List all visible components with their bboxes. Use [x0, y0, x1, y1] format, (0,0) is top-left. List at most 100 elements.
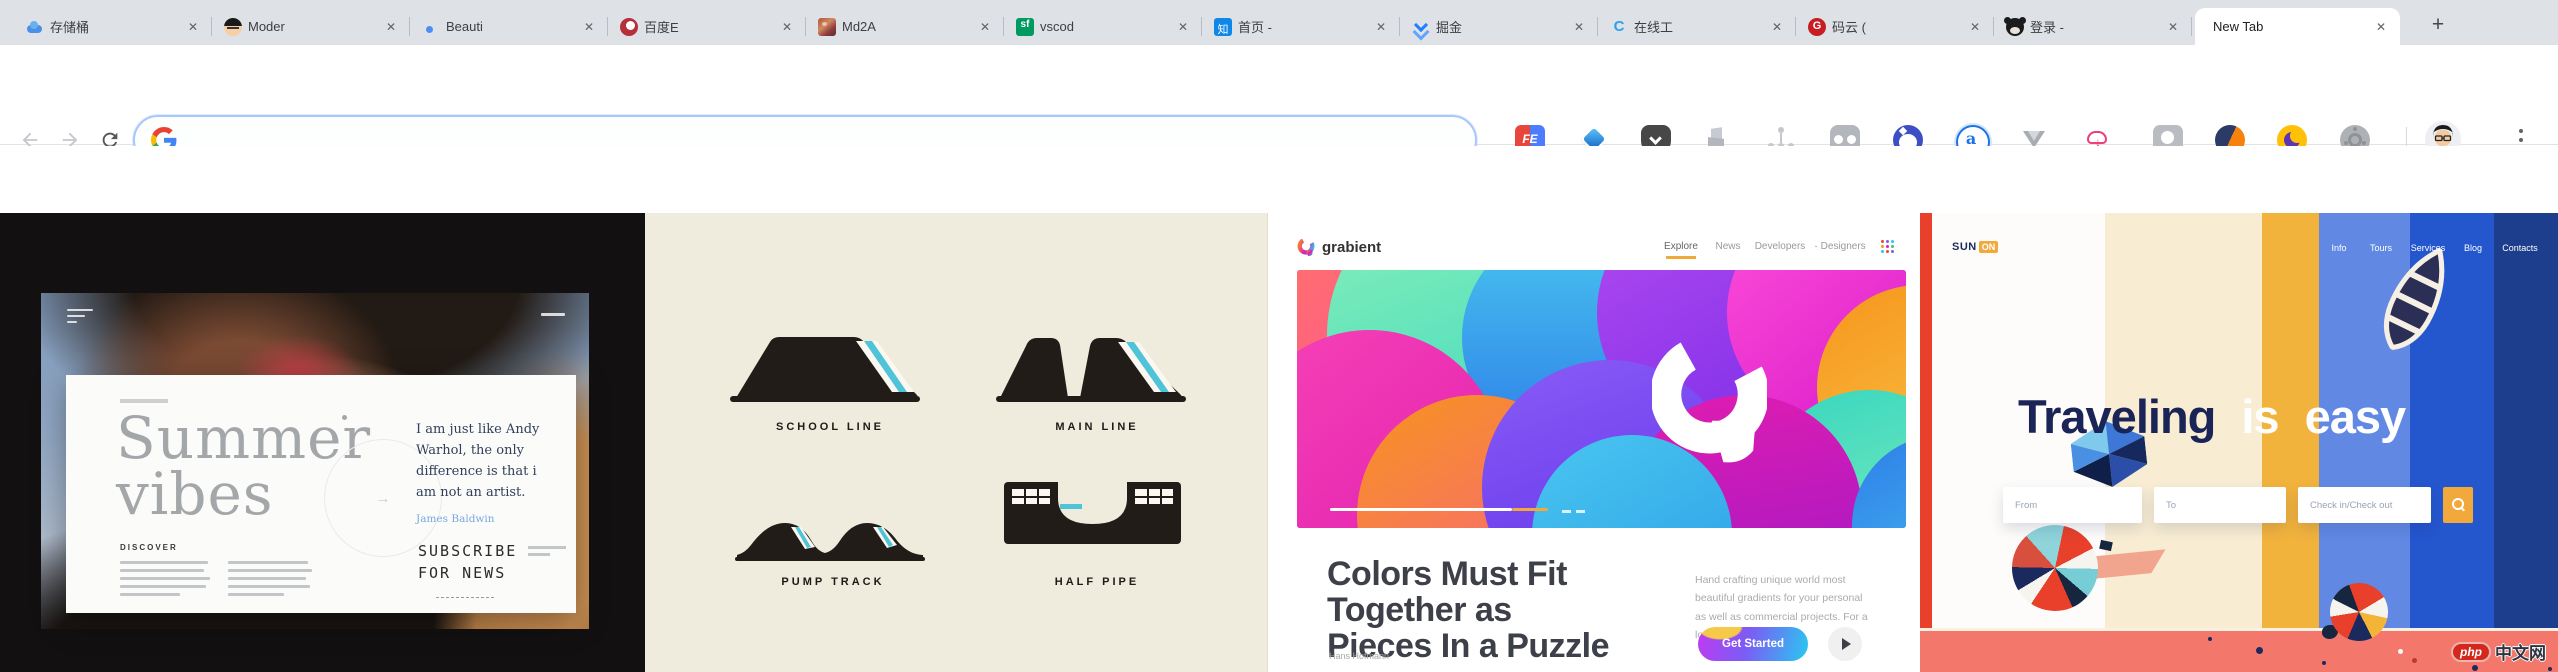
tab-close-icon[interactable]: ✕	[976, 18, 994, 36]
grabient-heading-line2: Together as	[1327, 593, 1512, 627]
quote-line: am not an artist.	[416, 482, 571, 503]
placeholder-paragraph	[120, 561, 210, 601]
sunon-logo-sun: SUN	[1952, 241, 1977, 253]
travel-nav-services[interactable]: Services	[2411, 243, 2446, 253]
php-logo-badge: php	[2451, 642, 2491, 662]
to-input[interactable]	[2154, 487, 2286, 523]
new-tab-button[interactable]: +	[2424, 12, 2452, 40]
tab-close-icon[interactable]: ✕	[1966, 18, 1984, 36]
travel-nav-tours[interactable]: Tours	[2370, 243, 2392, 253]
tab-title: 在线工	[1634, 17, 1762, 36]
travel-heading-word2: is	[2241, 389, 2278, 444]
grabient-nav-developers[interactable]: Developers	[1755, 241, 1806, 252]
from-input[interactable]	[2003, 487, 2142, 523]
browser-toolbar	[0, 45, 2558, 145]
main-line-icon	[996, 332, 1186, 404]
get-started-button[interactable]: Get Started	[1698, 627, 1808, 661]
tab-登录 -[interactable]: 登录 - ✕	[1994, 8, 2192, 45]
travel-nav-info[interactable]: Info	[2331, 243, 2346, 253]
tab-close-icon[interactable]: ✕	[382, 18, 400, 36]
new-tab-page: Summer vibes → I am just like Andy Warho…	[0, 146, 2558, 672]
thumbnail-traveling-is-easy[interactable]: SUN ON Info Tours Services Blog Contacts Tra…	[1932, 213, 2558, 628]
tab-active-New Tab[interactable]: New Tab ✕	[2195, 8, 2400, 45]
placeholder-paragraph	[228, 561, 312, 601]
beach-dot	[2398, 649, 2403, 654]
tab-close-icon[interactable]: ✕	[1174, 18, 1192, 36]
grabient-nav-news[interactable]: News	[1715, 241, 1740, 252]
search-button[interactable]	[2443, 487, 2473, 523]
tab-vscod[interactable]: vscod ✕	[1004, 8, 1202, 45]
tab-码云 ([interactable]: 码云 ( ✕	[1796, 8, 1994, 45]
arrow-icon: →	[376, 490, 391, 507]
quote-author-link[interactable]: James Baldwin	[416, 513, 495, 525]
tab-title: 百度E	[644, 17, 772, 36]
grabient-heading-line1: Colors Must Fit	[1327, 557, 1567, 591]
grabient-logo[interactable]: grabient	[1296, 237, 1381, 257]
grid-menu-icon[interactable]	[1880, 239, 1894, 253]
tab-Beauti[interactable]: Beauti ✕	[410, 8, 608, 45]
thumbnail-skatepark-icons[interactable]: SCHOOL LINE MAIN LINE PUMP TRACK HALF PI…	[645, 213, 1268, 672]
tab-close-icon[interactable]: ✕	[580, 18, 598, 36]
skate-label-school-line: SCHOOL LINE	[776, 421, 884, 433]
grabient-nav-explore[interactable]: Explore	[1664, 241, 1698, 252]
decorative-dash	[436, 597, 494, 598]
tab-在线工[interactable]: 在线工 ✕	[1598, 8, 1796, 45]
mock-logo-bar	[67, 309, 93, 311]
play-button[interactable]	[1828, 627, 1862, 661]
tab-title: New Tab	[2213, 19, 2366, 34]
tab-Md2A[interactable]: Md2A✕	[806, 8, 1004, 45]
tab-close-icon[interactable]: ✕	[184, 18, 202, 36]
gitee-favicon-icon	[1808, 18, 1826, 36]
travel-nav-blog[interactable]: Blog	[2464, 243, 2482, 253]
tab-title: 存储桶	[50, 17, 178, 36]
thumbnail-summer-vibes[interactable]: Summer vibes → I am just like Andy Warho…	[0, 213, 645, 672]
tab-title: 登录 -	[2030, 17, 2158, 36]
cloud-favicon-icon	[26, 18, 44, 36]
summer-card: Summer vibes → I am just like Andy Warho…	[66, 375, 576, 613]
red-edge-strip	[1920, 213, 1932, 628]
tab-存储桶[interactable]: 存储桶 ✕	[14, 8, 212, 45]
tab-close-icon[interactable]: ✕	[2372, 18, 2390, 36]
grabient-nav-designers[interactable]: Designers	[1814, 241, 1865, 252]
tab-title: vscod	[1040, 19, 1168, 34]
tab-title: Beauti	[446, 19, 574, 34]
quote-block: I am just like Andy Warhol, the only dif…	[416, 419, 571, 503]
tab-Moder[interactable]: Moder ✕	[212, 8, 410, 45]
grabient-hero-image	[1297, 270, 1906, 528]
tab-掘金[interactable]: 掘金✕	[1400, 8, 1598, 45]
sunon-logo[interactable]: SUN ON	[1952, 241, 1998, 253]
sf-favicon-icon	[1016, 18, 1034, 36]
thumbnail-grabient[interactable]: grabient Explore News Developers Designers	[1268, 213, 1920, 672]
travel-heading-word1: Traveling	[2018, 389, 2215, 444]
tab-首页 -[interactable]: 首页 -✕	[1202, 8, 1400, 45]
quote-line: I am just like Andy	[416, 419, 571, 440]
tab-百度E[interactable]: 百度E ✕	[608, 8, 806, 45]
discover-label: DISCOVER	[120, 543, 178, 552]
quote-line: difference is that i	[416, 461, 571, 482]
avatar-favicon-icon	[224, 18, 242, 36]
grabient-g-mark	[1652, 330, 1767, 470]
tab-close-icon[interactable]: ✕	[1570, 18, 1588, 36]
beach-dot	[2472, 665, 2478, 671]
subscribe-link[interactable]: SUBSCRIBE FOR NEWS	[418, 541, 517, 585]
tab-title: 码云 (	[1832, 17, 1960, 36]
tab-close-icon[interactable]: ✕	[1768, 18, 1786, 36]
grabient-author: Hans Hofmann	[1329, 651, 1389, 661]
mock-menu-bar	[541, 313, 565, 316]
tab-close-icon[interactable]: ✕	[2164, 18, 2182, 36]
grabient-logo-text: grabient	[1322, 239, 1381, 256]
tab-close-icon[interactable]: ✕	[778, 18, 796, 36]
beach-strip: php 中文网	[1920, 628, 2558, 672]
skate-label-half-pipe: HALF PIPE	[1055, 576, 1139, 588]
tab-close-icon[interactable]: ✕	[1372, 18, 1390, 36]
baidu-favicon-icon	[620, 18, 638, 36]
tab-title: Moder	[248, 19, 376, 34]
beach-dot	[2548, 667, 2552, 671]
juejin-favicon-icon	[1412, 18, 1430, 36]
school-line-icon	[730, 332, 920, 404]
checkin-checkout-input[interactable]	[2298, 487, 2431, 523]
placeholder-text-bar	[120, 399, 168, 403]
travel-nav-contacts[interactable]: Contacts	[2502, 243, 2538, 253]
summer-title-line2: vibes	[116, 465, 274, 523]
hero-progress-track	[1330, 508, 1512, 511]
